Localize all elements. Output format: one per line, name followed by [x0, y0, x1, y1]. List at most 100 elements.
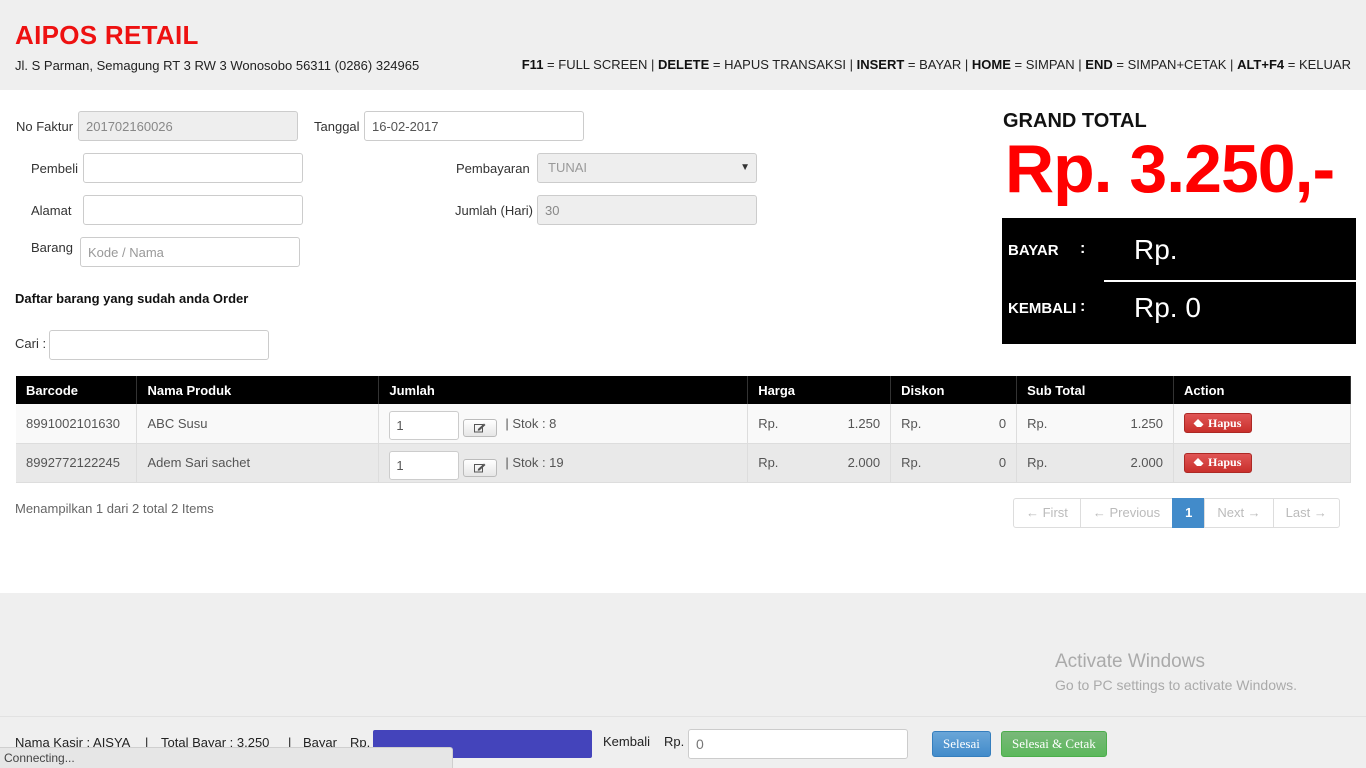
- edit-quantity-button[interactable]: [463, 419, 498, 438]
- action-cell: Hapus: [1173, 404, 1351, 444]
- shortcut-action-altf4: = KELUAR: [1287, 57, 1351, 72]
- currency-label: Rp.: [901, 415, 922, 431]
- order-list-title: Daftar barang yang sudah anda Order: [15, 291, 249, 306]
- quantity-input[interactable]: [389, 450, 460, 480]
- footer-kembali-field[interactable]: 0: [688, 729, 908, 759]
- windows-watermark-title: Activate Windows: [1055, 651, 1205, 672]
- page-last-button[interactable]: Last →: [1272, 498, 1340, 528]
- pembeli-field[interactable]: [83, 153, 303, 183]
- hapus-button[interactable]: Hapus: [1184, 452, 1253, 473]
- action-cell: Hapus: [1173, 443, 1351, 483]
- quantity-cell: | Stok : 19: [378, 443, 749, 483]
- edit-quantity-button[interactable]: [463, 458, 498, 477]
- column-header-action: Action: [1173, 376, 1351, 404]
- bayar-label: BAYAR: [1008, 242, 1059, 259]
- divider-line: [1104, 280, 1356, 282]
- price-cell: Rp. 2.000: [747, 443, 892, 483]
- caret-down-icon: ▼: [740, 162, 750, 173]
- windows-watermark-subtitle: Go to PC settings to activate Windows.: [1055, 677, 1297, 693]
- cari-input[interactable]: [49, 330, 269, 360]
- jumlah-hari-field[interactable]: [537, 195, 757, 225]
- kembali-colon: :: [1080, 298, 1086, 315]
- column-header-diskon[interactable]: Diskon: [890, 376, 1018, 404]
- grand-total-value: Rp. 3.250,-: [1005, 131, 1335, 207]
- column-header-harga[interactable]: Harga: [747, 376, 892, 404]
- stock-label: | Stok : 8: [505, 415, 557, 431]
- footer-kembali-currency: Rp.: [664, 734, 685, 749]
- shortcut-separator: |: [1230, 57, 1234, 72]
- product-name-cell: Adem Sari sachet: [136, 443, 380, 483]
- shortcut-key-f11: F11: [521, 57, 544, 72]
- shortcut-separator: |: [650, 57, 655, 72]
- shortcut-action-delete: = HAPUS TRANSAKSI: [712, 57, 846, 72]
- pembayaran-selected-value: TUNAI: [548, 160, 587, 175]
- currency-label: Rp.: [758, 415, 779, 431]
- no-faktur-label: No Faktur: [16, 119, 74, 134]
- selesai-cetak-button[interactable]: Selesai & Cetak: [1001, 731, 1107, 757]
- price-value: 1.250: [847, 415, 881, 431]
- pembayaran-select[interactable]: TUNAI ▼: [537, 153, 757, 183]
- hapus-button[interactable]: Hapus: [1184, 413, 1253, 434]
- subtotal-value: 1.250: [1130, 415, 1164, 431]
- no-faktur-field[interactable]: [78, 111, 298, 141]
- barang-label: Barang: [31, 240, 73, 255]
- discount-value: 0: [998, 415, 1007, 431]
- payment-summary-box: BAYAR : Rp. KEMBALI : Rp. 0: [1002, 218, 1356, 344]
- column-header-nama-produk[interactable]: Nama Produk: [136, 376, 380, 404]
- hapus-button-label: Hapus: [1208, 415, 1242, 430]
- barang-search-input[interactable]: [80, 237, 300, 267]
- hapus-button-label: Hapus: [1208, 455, 1242, 469]
- price-value: 2.000: [847, 455, 881, 470]
- edit-icon: [474, 423, 486, 433]
- currency-label: Rp.: [1027, 455, 1048, 470]
- column-header-sub-total[interactable]: Sub Total: [1016, 376, 1175, 404]
- shortcut-key-delete: DELETE: [658, 57, 710, 72]
- pembeli-label: Pembeli: [31, 161, 78, 176]
- footer-kembali-label: Kembali: [603, 734, 650, 749]
- subtotal-cell: Rp. 2.000: [1016, 443, 1175, 483]
- alamat-field[interactable]: [83, 195, 303, 225]
- product-name-cell: ABC Susu: [136, 404, 380, 444]
- eraser-icon: [1193, 458, 1204, 466]
- subtotal-cell: Rp. 1.250: [1016, 404, 1175, 444]
- page-next-button[interactable]: Next →: [1204, 498, 1274, 528]
- page-previous-button[interactable]: ← Previous: [1079, 498, 1174, 528]
- shortcut-action-home: = SIMPAN: [1014, 57, 1075, 72]
- quantity-input[interactable]: [389, 411, 460, 441]
- browser-status-bar: Connecting...: [0, 747, 453, 768]
- shortcut-key-end: END: [1085, 57, 1113, 72]
- shortcut-separator: |: [1078, 57, 1082, 72]
- shortcut-key-altf4: ALT+F4: [1237, 57, 1285, 72]
- page-first-button[interactable]: ← First: [1013, 498, 1081, 528]
- kembali-value: Rp. 0: [1134, 292, 1201, 323]
- eraser-icon: [1193, 418, 1204, 427]
- barcode-cell: 8991002101630: [16, 404, 138, 444]
- order-table: Barcode Nama Produk Jumlah Harga Diskon …: [16, 376, 1351, 483]
- selesai-button[interactable]: Selesai: [932, 731, 991, 757]
- store-address: Jl. S Parman, Semagung RT 3 RW 3 Wonosob…: [15, 58, 420, 73]
- header: AIPOS RETAIL Jl. S Parman, Semagung RT 3…: [0, 0, 1366, 90]
- shortcut-action-insert: = BAYAR: [907, 57, 962, 72]
- currency-label: Rp.: [1027, 415, 1048, 431]
- column-header-barcode[interactable]: Barcode: [16, 376, 138, 404]
- tanggal-label: Tanggal: [314, 119, 360, 134]
- price-cell: Rp. 1.250: [747, 404, 892, 444]
- pagination-info: Menampilkan 1 dari 2 total 2 Items: [15, 501, 214, 516]
- brand-title: AIPOS RETAIL: [15, 20, 199, 50]
- tanggal-field[interactable]: [364, 111, 584, 141]
- column-header-jumlah[interactable]: Jumlah: [378, 376, 749, 404]
- currency-label: Rp.: [758, 455, 779, 470]
- shortcut-action-end: = SIMPAN+CETAK: [1116, 57, 1227, 72]
- page-current-button[interactable]: 1: [1172, 498, 1206, 528]
- shortcut-separator: |: [849, 57, 853, 72]
- shortcut-separator: |: [964, 57, 969, 72]
- shortcut-key-home: HOME: [971, 57, 1011, 72]
- stock-label: | Stok : 19: [505, 455, 564, 470]
- bayar-colon: :: [1080, 240, 1086, 257]
- subtotal-value: 2.000: [1130, 455, 1164, 470]
- discount-value: 0: [998, 455, 1007, 470]
- discount-cell: Rp. 0: [890, 404, 1018, 444]
- jumlah-hari-label: Jumlah (Hari): [455, 203, 534, 218]
- alamat-label: Alamat: [31, 203, 72, 218]
- pagination: ← First ← Previous 1 Next → Last →: [1013, 498, 1340, 528]
